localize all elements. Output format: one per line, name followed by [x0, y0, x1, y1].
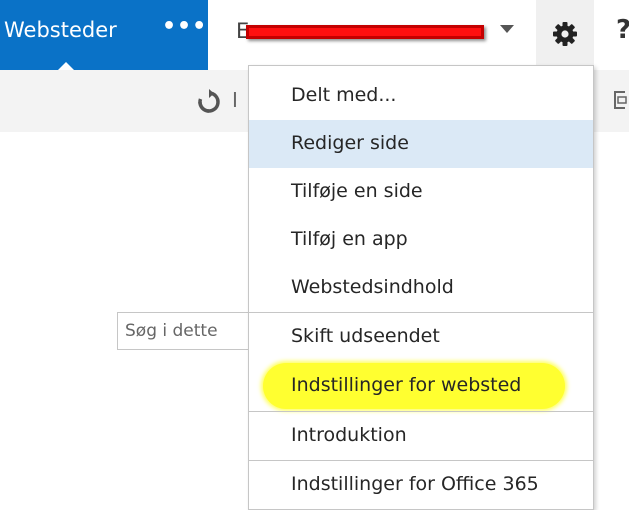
menu-item-label: Tilføje en side	[291, 180, 423, 202]
menu-item-site-settings[interactable]: Indstillinger for websted	[249, 362, 593, 410]
sites-label[interactable]: Websteder	[4, 18, 117, 42]
gear-icon[interactable]	[551, 20, 579, 48]
menu-item-add-app[interactable]: Tilføj en app	[249, 216, 593, 264]
menu-item-edit-page[interactable]: Rediger side	[249, 120, 593, 168]
menu-item-office365-settings[interactable]: Indstillinger for Office 365	[249, 461, 593, 509]
sync-icon[interactable]	[196, 89, 222, 115]
menu-item-label: Delt med...	[291, 84, 397, 106]
menu-item-change-look[interactable]: Skift udseendet	[249, 313, 593, 361]
redaction-mark	[246, 25, 484, 39]
focus-icon[interactable]	[611, 88, 629, 112]
menu-item-label: Introduktion	[291, 424, 407, 446]
help-button[interactable]: ?	[594, 0, 629, 70]
menu-item-label: Tilføj en app	[291, 228, 408, 250]
menu-item-getting-started[interactable]: Introduktion	[249, 412, 593, 460]
chevron-down-icon[interactable]	[500, 25, 514, 33]
settings-button[interactable]	[536, 0, 594, 70]
sites-tab[interactable]: Websteder •••	[0, 0, 208, 70]
help-icon[interactable]: ?	[616, 15, 629, 45]
suite-bar: Websteder ••• E ?	[0, 0, 629, 70]
ribbon-command-label[interactable]: I	[232, 88, 238, 112]
search-input[interactable]: Søg i dette	[117, 312, 257, 350]
menu-item-label: Webstedsindhold	[291, 276, 454, 298]
menu-item-label: Indstillinger for Office 365	[291, 473, 539, 495]
active-tab-notch	[58, 62, 74, 70]
menu-item-label: Indstillinger for websted	[291, 374, 522, 396]
more-icon[interactable]: •••	[162, 14, 207, 39]
menu-item-shared-with[interactable]: Delt med...	[249, 72, 593, 120]
menu-item-add-page[interactable]: Tilføje en side	[249, 168, 593, 216]
menu-item-label: Skift udseendet	[291, 325, 440, 347]
settings-menu: Delt med... Rediger side Tilføje en side…	[248, 65, 594, 510]
search-placeholder: Søg i dette	[125, 321, 218, 341]
menu-item-site-contents[interactable]: Webstedsindhold	[249, 264, 593, 312]
menu-item-label: Rediger side	[291, 132, 409, 154]
